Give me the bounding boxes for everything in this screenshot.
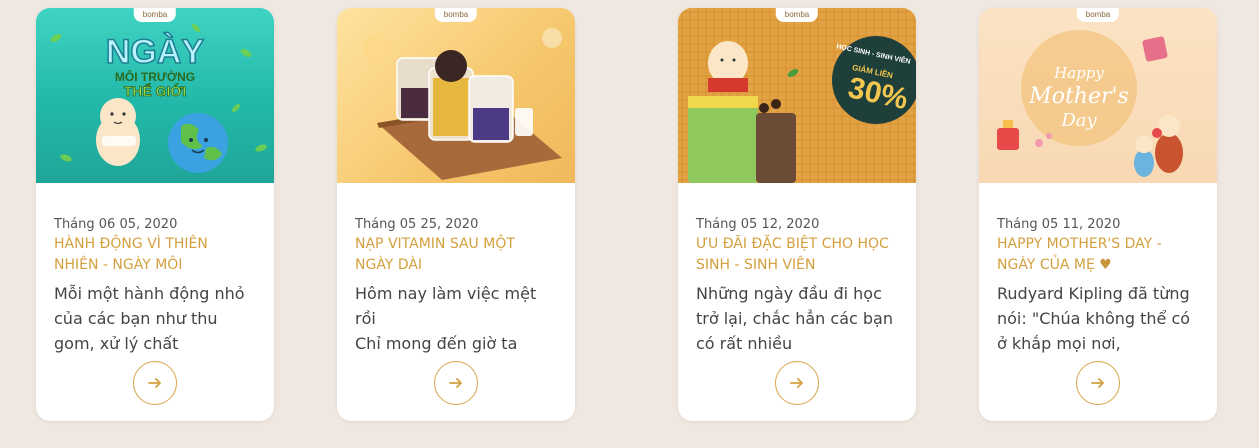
post-image[interactable]: HỌC SINH - SINH VIÊN GIẢM LIỀN 30% bomba [678, 8, 916, 183]
environment-day-illustration: NGÀY MÔI TRƯỜNG THẾ GIỚI [50, 24, 267, 173]
image-title-line2: Mother's [1028, 84, 1129, 109]
read-more-button[interactable] [1076, 361, 1120, 405]
post-title[interactable]: ƯU ĐÃI ĐẶC BIỆT CHO HỌC SINH - SINH VIÊN [696, 234, 898, 278]
brand-logo: bomba [775, 8, 819, 22]
mothers-day-illustration: Happy Mother's Day [997, 30, 1183, 177]
arrow-right-icon [449, 378, 462, 388]
post-excerpt: Mỗi một hành động nhỏ của các bạn như th… [54, 284, 245, 353]
read-more-button[interactable] [133, 361, 177, 405]
post-title[interactable]: HAPPY MOTHER'S DAY - NGÀY CỦA MẸ ♥ [997, 234, 1199, 278]
post-title-text: HAPPY MOTHER'S DAY - NGÀY CỦA MẸ [997, 236, 1162, 273]
post-title[interactable]: NẠP VITAMIN SAU MỘT NGÀY DÀI [355, 234, 557, 278]
post-date: Tháng 05 11, 2020 [997, 217, 1121, 232]
post-image[interactable]: Happy Mother's Day bomba [979, 8, 1217, 183]
read-more-button[interactable] [775, 361, 819, 405]
post-date: Tháng 05 12, 2020 [696, 217, 820, 232]
image-title-line1: NGÀY [106, 33, 205, 71]
arrow-right-icon [790, 378, 803, 388]
read-more-button[interactable] [434, 361, 478, 405]
post-excerpt: Những ngày đầu đi học trở lại, chắc hẳn … [696, 284, 893, 353]
post-date: Tháng 05 25, 2020 [355, 217, 479, 232]
post-card[interactable]: Happy Mother's Day bomba Tháng 05 11, 20… [979, 8, 1217, 421]
drinks-tray-illustration [363, 28, 562, 180]
post-title[interactable]: HÀNH ĐỘNG VÌ THIÊN NHIÊN - NGÀY MÔI [54, 234, 256, 278]
post-image[interactable]: bomba [337, 8, 575, 183]
image-title-line1: Happy [1053, 64, 1104, 82]
brand-logo: bomba [1076, 8, 1120, 22]
post-image[interactable]: NGÀY MÔI TRƯỜNG THẾ GIỚI bomba [36, 8, 274, 183]
arrow-right-icon [1091, 378, 1104, 388]
brand-logo: bomba [133, 8, 177, 22]
student-discount-illustration: HỌC SINH - SINH VIÊN GIẢM LIỀN 30% [678, 8, 916, 183]
heart-icon: ♥ [1099, 257, 1112, 273]
image-title-line3: Day [1060, 110, 1097, 131]
post-card[interactable]: HỌC SINH - SINH VIÊN GIẢM LIỀN 30% bomba… [678, 8, 916, 421]
post-excerpt: Rudyard Kipling đã từng nói: "Chúa không… [997, 284, 1191, 353]
post-date: Tháng 06 05, 2020 [54, 217, 178, 232]
post-card[interactable]: bomba Tháng 05 25, 2020 NẠP VITAMIN SAU … [337, 8, 575, 421]
arrow-right-icon [148, 378, 161, 388]
post-card[interactable]: NGÀY MÔI TRƯỜNG THẾ GIỚI bomba Tháng 06 … [36, 8, 274, 421]
post-excerpt: Hôm nay làm việc mệt rồi Chỉ mong đến gi… [355, 284, 537, 353]
brand-logo: bomba [434, 8, 478, 22]
image-title-line3: THẾ GIỚI [124, 82, 187, 99]
image-title-line2: MÔI TRƯỜNG [115, 69, 195, 84]
